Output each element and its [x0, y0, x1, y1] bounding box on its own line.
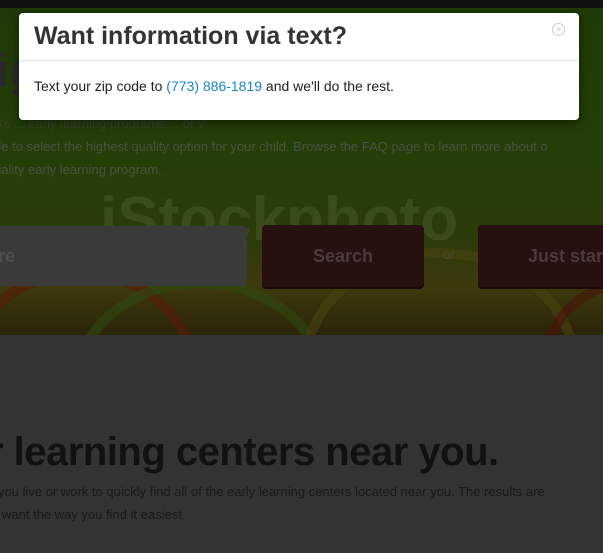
- phone-link[interactable]: (773) 886-1819: [166, 78, 262, 94]
- modal-header: Want information via text? ×: [19, 13, 579, 61]
- section-description: you live or work to quickly find all of …: [0, 480, 545, 526]
- section-title: r learning centers near you.: [0, 430, 499, 474]
- zip-search-input[interactable]: re: [0, 226, 247, 286]
- close-icon[interactable]: ×: [552, 23, 565, 36]
- text-info-modal: Want information via text? × Text your z…: [19, 13, 579, 120]
- or-label: or: [443, 246, 456, 262]
- body-text: and we'll do the rest.: [262, 78, 394, 94]
- modal-body: Text your zip code to (773) 886-1819 and…: [19, 61, 579, 111]
- section-text-line: want the way you find it easiest.: [2, 507, 186, 522]
- body-text: Text your zip code to: [34, 78, 167, 94]
- just-start-button[interactable]: Just star: [478, 225, 603, 287]
- hero-text-line: de to select the highest quality option …: [0, 139, 548, 154]
- hero-text-line: uality early learning program.: [0, 162, 162, 177]
- section-text-line: you live or work to quickly find all of …: [0, 484, 545, 499]
- search-button[interactable]: Search: [262, 225, 424, 287]
- modal-title: Want information via text?: [34, 22, 347, 50]
- top-bar: [0, 0, 603, 8]
- hero-description: o's ... early learning programs ... or v…: [0, 112, 603, 181]
